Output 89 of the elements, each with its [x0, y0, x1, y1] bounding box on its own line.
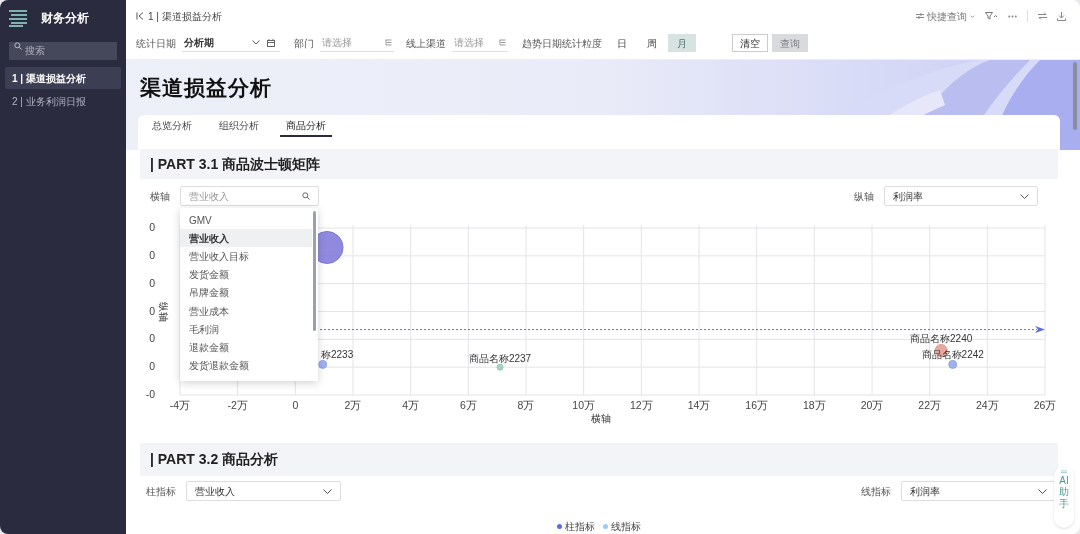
axis-select-label: 横轴 [150, 189, 171, 204]
filter-label: 统计日期 [136, 36, 176, 51]
point-label: 商品名称2240 [910, 333, 973, 345]
granularity-option[interactable]: 周 [638, 34, 666, 52]
app-title: 财务分析 [41, 10, 89, 27]
axis-select-label: 纵轴 [854, 189, 875, 204]
breadcrumb: 1 | 渠道损益分析 [148, 9, 222, 24]
dropdown-option[interactable]: 营业成本 [180, 301, 312, 321]
axis-tick-label: 20万 [860, 399, 884, 411]
axis-title: 横轴 [590, 413, 611, 424]
axis-tick-label: -0 [145, 388, 155, 400]
section-title: | PART 3.2 商品分析 [150, 450, 279, 469]
axis-tick-label: 0 [149, 304, 155, 317]
dropdown-option[interactable]: 毛利润 [180, 320, 312, 339]
metric-select-label: 柱指标 [146, 484, 177, 499]
tree-icon [385, 39, 392, 46]
axis-tick-label: 8万 [517, 399, 535, 411]
axis-tick-label: 0 [149, 248, 155, 261]
section-title: | PART 3.1 商品波士顿矩阵 [150, 154, 321, 174]
axis-tick-label: 12万 [630, 399, 653, 411]
calendar-icon[interactable] [267, 38, 275, 47]
axis-tick-label: 2万 [344, 399, 362, 411]
sliders-icon [916, 12, 924, 20]
granularity-option[interactable]: 日 [608, 34, 636, 52]
download-icon[interactable] [1057, 11, 1066, 21]
axis-tick-label: 4万 [402, 399, 420, 411]
axis-tick-label: 6万 [459, 399, 477, 411]
search-icon [14, 42, 22, 50]
granularity-option[interactable]: 月 [668, 34, 696, 52]
filter-label: 部门 [294, 36, 314, 51]
chevron-icon [323, 488, 332, 494]
y-axis-select[interactable]: 利润率 [884, 186, 1038, 206]
axis-tick-label: 24万 [976, 399, 999, 411]
axis-tick-label: -2万 [227, 399, 248, 411]
axis-tick-label: -4万 [169, 399, 191, 411]
dropdown-option[interactable]: 发货金额 [180, 265, 312, 284]
axis-tick-label: 22万 [918, 399, 941, 411]
period-select[interactable]: 分析期 [182, 34, 262, 52]
tab[interactable]: 组织分析 [219, 118, 259, 137]
chevron-icon [1020, 193, 1029, 199]
scrollbar-thumb[interactable] [1073, 62, 1077, 130]
dropdown-option[interactable]: 退款金额 [180, 338, 312, 357]
line-metric-select[interactable]: 利润率 [901, 481, 1056, 501]
axis-tick-label: 0 [149, 276, 155, 289]
filter-label: 趋势日期统计粒度 [522, 36, 602, 51]
axis-tick-label: 16万 [745, 399, 768, 411]
collapse-icon[interactable] [136, 12, 144, 20]
legend-label: 线指标 [611, 520, 641, 534]
search-icon [302, 192, 310, 200]
swap-icon[interactable] [1038, 12, 1047, 20]
tab[interactable]: 总览分析 [152, 118, 192, 137]
metric-select-label: 线指标 [861, 484, 892, 499]
scrollbar-thumb[interactable] [313, 211, 316, 331]
sidebar-item[interactable]: 1 | 渠道损益分析 [5, 67, 121, 89]
dropdown-option[interactable]: GMV [180, 211, 312, 230]
menu-icon[interactable] [9, 9, 27, 27]
search-field[interactable]: 搜索 [9, 41, 117, 60]
dropdown-option[interactable]: 营业收入 [180, 229, 312, 248]
dropdown-option[interactable]: 营业收入目标 [180, 247, 312, 266]
chevron-icon [1038, 488, 1047, 494]
axis-tick-label: 0 [292, 399, 299, 411]
legend-label: 柱指标 [565, 520, 595, 534]
chevron-icon [970, 13, 975, 19]
point-label: 商品名称2237 [468, 353, 532, 365]
sidebar-item[interactable]: 2 | 业务利润日报 [5, 90, 121, 112]
tab[interactable]: 商品分析 [280, 118, 332, 137]
dropdown-option[interactable]: 吊牌金额 [180, 283, 312, 302]
axis-tick-label: 0 [149, 360, 155, 373]
axis-tick-label: 10万 [572, 399, 595, 411]
tree-icon [499, 39, 506, 46]
axis-tick-label: 0 [149, 332, 155, 345]
more-icon[interactable] [1008, 14, 1017, 18]
axis-title: 纵轴 [158, 301, 169, 322]
axis-tick-label: 18万 [803, 399, 826, 411]
grip-icon [1061, 470, 1067, 473]
point-label: 称2233 [321, 349, 354, 361]
point-label: 商品名称2242 [921, 349, 984, 361]
filter-label: 线上渠道 [406, 36, 446, 51]
quick-query-button[interactable]: 快捷查询 [916, 8, 975, 24]
page-title: 渠道损益分析 [140, 74, 272, 101]
chevron-icon [252, 40, 260, 45]
dropdown-option[interactable]: 发货退款金额 [180, 356, 312, 375]
filter-icon[interactable] [985, 12, 998, 20]
clear-button[interactable]: 清空 [732, 34, 768, 52]
bar-metric-select[interactable]: 营业收入 [186, 481, 341, 501]
axis-tick-label: 26万 [1033, 399, 1057, 411]
ai-assistant-button[interactable]: AI 助手 [1054, 466, 1074, 528]
axis-tick-label: 14万 [687, 399, 711, 411]
axis-tick-label: 0 [149, 221, 155, 233]
